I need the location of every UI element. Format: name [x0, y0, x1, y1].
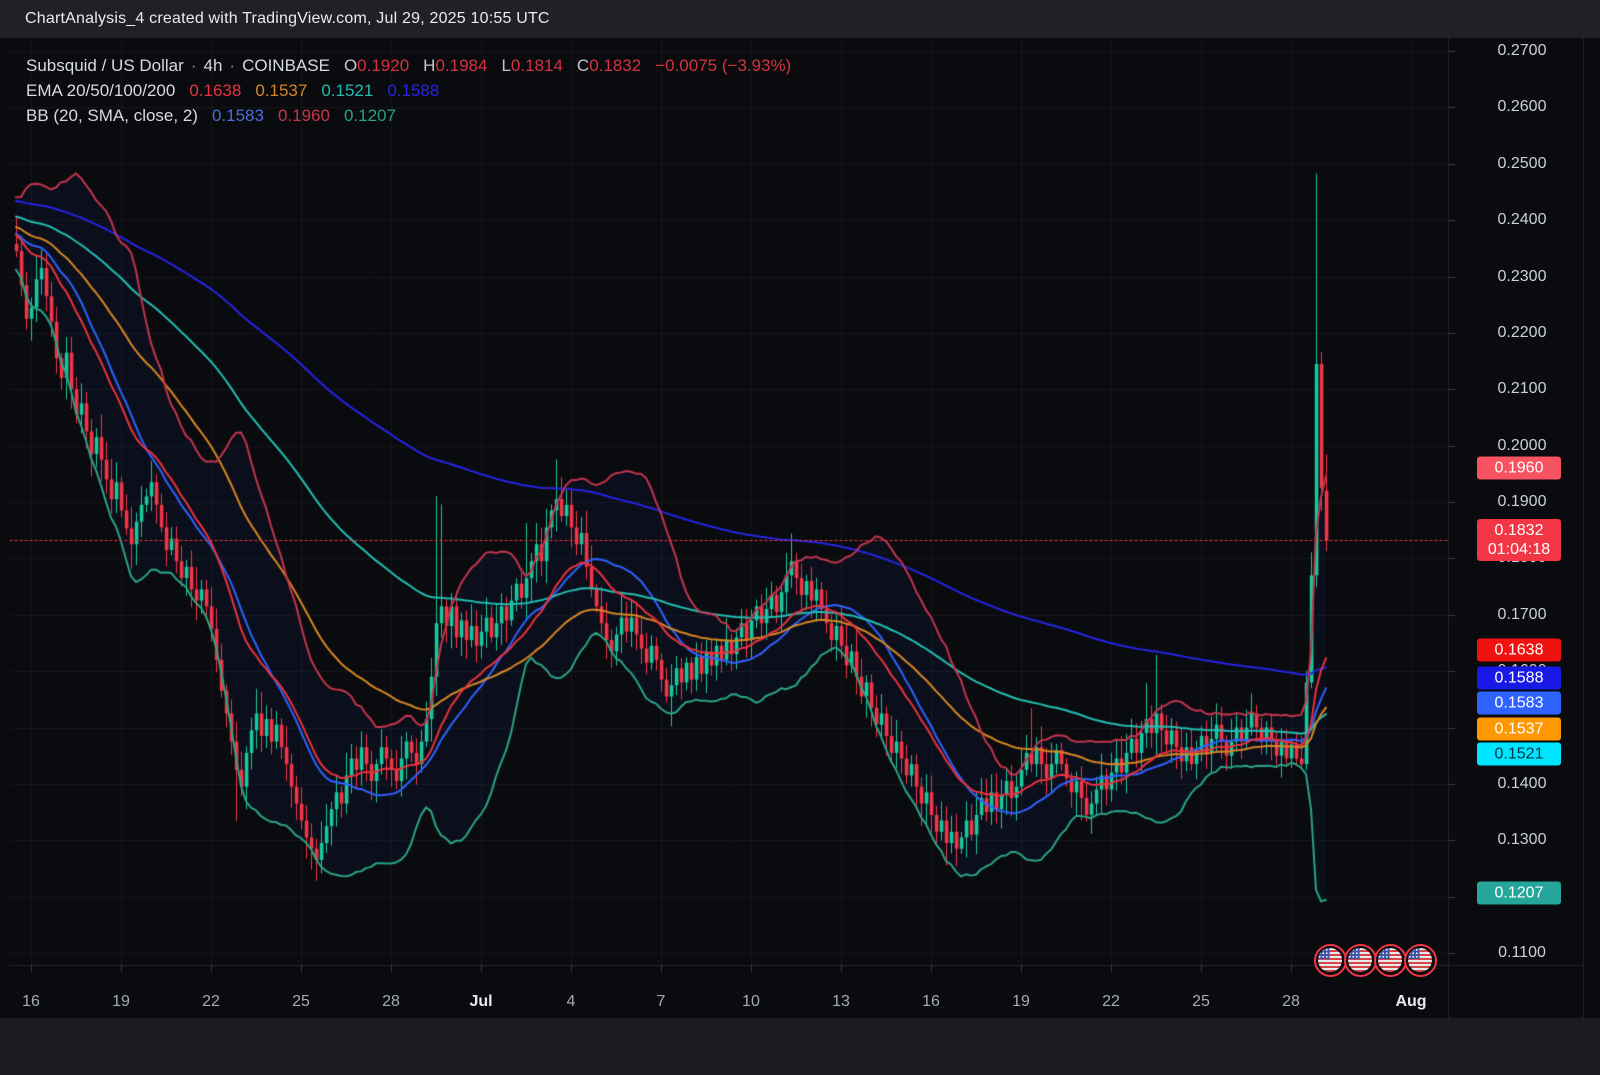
- time-axis-label-28: 28: [361, 993, 421, 1011]
- price-axis-label: 0.1100: [1482, 944, 1562, 962]
- legend-bb-row[interactable]: BB (20, SMA, close, 2) 0.1583 0.1960 0.1207: [26, 103, 791, 128]
- chart-legend: Subsquid / US Dollar · 4h · COINBASE O0.1920 H…: [26, 53, 791, 128]
- time-axis-label-19: 19: [991, 993, 1051, 1011]
- price-chart-canvas[interactable]: [0, 0, 1600, 1075]
- price-badge-0.1832: 0.183201:04:18: [1477, 519, 1561, 561]
- upper-value: 0.1960: [278, 106, 330, 125]
- price-axis-label: 0.1400: [1482, 775, 1562, 793]
- price-axis-label: 0.2700: [1482, 42, 1562, 60]
- price-badge-0.1207: 0.1207: [1477, 881, 1561, 904]
- time-axis-label-25: 25: [271, 993, 331, 1011]
- price-axis-label: 0.2100: [1482, 380, 1562, 398]
- price-axis-label: 0.2400: [1482, 211, 1562, 229]
- price-axis-label: 0.1900: [1482, 493, 1562, 511]
- time-axis-label-16: 16: [1, 993, 61, 1011]
- close-value: 0.1832: [589, 56, 641, 75]
- low-value: 0.1814: [511, 56, 563, 75]
- economic-event-flag-icon[interactable]: [1374, 944, 1407, 977]
- legend-ema-row[interactable]: EMA 20/50/100/200 0.1638 0.1537 0.1521 0.158…: [26, 78, 791, 103]
- price-axis-label: 0.2600: [1482, 98, 1562, 116]
- bar-countdown: 01:04:18: [1477, 540, 1561, 559]
- price-badge-0.1537: 0.1537: [1477, 717, 1561, 740]
- price-axis-label: 0.2200: [1482, 324, 1562, 342]
- symbol-name: Subsquid / US Dollar: [26, 56, 184, 75]
- time-axis-label-28: 28: [1261, 993, 1321, 1011]
- change-value: −0.0075 (−3.93%): [655, 56, 791, 75]
- low-label: L: [501, 56, 510, 75]
- ema-values: 0.1638 0.1537 0.1521 0.1588: [189, 81, 439, 100]
- us-flag-icon: [1348, 948, 1372, 972]
- time-axis-label-25: 25: [1171, 993, 1231, 1011]
- separator-dot: ·: [191, 56, 197, 75]
- price-axis-label: 0.1300: [1482, 831, 1562, 849]
- time-axis-label-16: 16: [901, 993, 961, 1011]
- snapshot-footer-bar: TradingView: [0, 1018, 1600, 1075]
- price-badge-0.1960: 0.1960: [1477, 457, 1561, 480]
- economic-event-flag-icon[interactable]: [1404, 944, 1437, 977]
- ema-200-value: 0.1588: [387, 81, 439, 100]
- lower-value: 0.1207: [344, 106, 396, 125]
- ema-indicator-label: EMA 20/50/100/200: [26, 81, 175, 100]
- economic-event-flag-icon[interactable]: [1344, 944, 1377, 977]
- price-axis-label: 0.2500: [1482, 155, 1562, 173]
- legend-symbol-row[interactable]: Subsquid / US Dollar · 4h · COINBASE O0.1920 H…: [26, 53, 791, 78]
- open-label: O: [344, 56, 357, 75]
- time-axis-label-Jul: Jul: [451, 993, 511, 1011]
- tradingview-snapshot: ChartAnalysis_4 created with TradingView…: [0, 0, 1600, 1075]
- us-flag-icon: [1318, 948, 1342, 972]
- ema-50-value: 0.1537: [255, 81, 307, 100]
- price-axis-label: 0.2300: [1482, 268, 1562, 286]
- price-badge-0.1521: 0.1521: [1477, 743, 1561, 766]
- price-axis-label: 0.1700: [1482, 606, 1562, 624]
- price-badge-0.1638: 0.1638: [1477, 638, 1561, 661]
- price-badge-0.1583: 0.1583: [1477, 692, 1561, 715]
- close-label: C: [577, 56, 589, 75]
- time-axis-label-Aug: Aug: [1381, 993, 1441, 1011]
- high-value: 0.1984: [435, 56, 487, 75]
- bb-indicator-label: BB (20, SMA, close, 2): [26, 106, 198, 125]
- time-axis-label-22: 22: [1081, 993, 1141, 1011]
- time-axis-label-19: 19: [91, 993, 151, 1011]
- exchange-label: COINBASE: [242, 56, 330, 75]
- bb-values: 0.1583 0.1960 0.1207: [212, 106, 396, 125]
- us-flag-icon: [1378, 948, 1402, 972]
- ema-20-value: 0.1638: [189, 81, 241, 100]
- ema-100-value: 0.1521: [321, 81, 373, 100]
- time-axis-label-22: 22: [181, 993, 241, 1011]
- time-axis-label-4: 4: [541, 993, 601, 1011]
- us-flag-icon: [1408, 948, 1432, 972]
- basis-value: 0.1583: [212, 106, 264, 125]
- time-axis-label-10: 10: [721, 993, 781, 1011]
- high-label: H: [423, 56, 435, 75]
- separator-dot: ·: [229, 56, 235, 75]
- open-value: 0.1920: [357, 56, 409, 75]
- price-axis-label: 0.2000: [1482, 437, 1562, 455]
- economic-event-flag-icon[interactable]: [1314, 944, 1347, 977]
- interval-label: 4h: [203, 56, 222, 75]
- time-axis-label-13: 13: [811, 993, 871, 1011]
- price-badge-0.1588: 0.1588: [1477, 666, 1561, 689]
- time-axis-label-7: 7: [631, 993, 691, 1011]
